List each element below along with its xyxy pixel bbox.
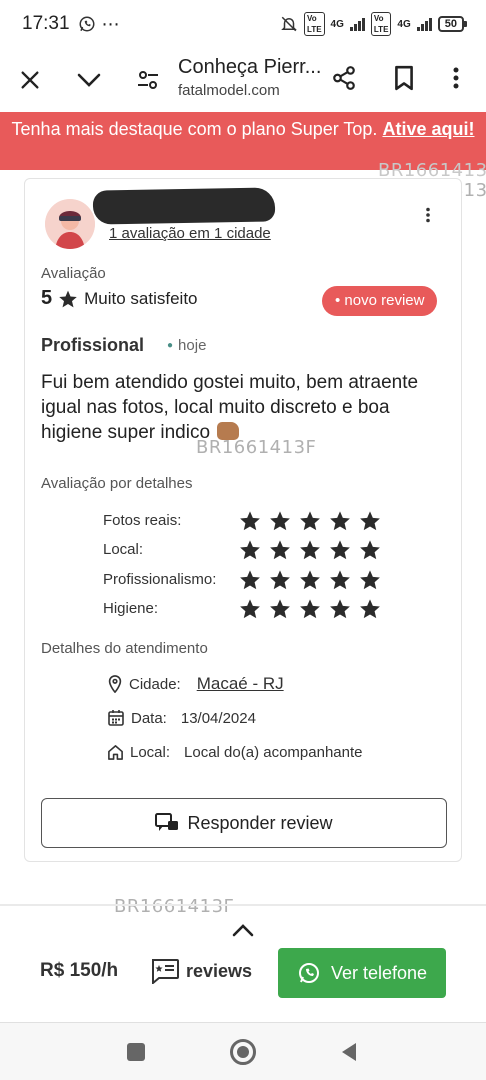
detail-label: Fotos reais: <box>103 512 182 529</box>
network-type-2: 4G <box>397 18 411 30</box>
star-icon <box>330 540 350 560</box>
home-icon <box>108 745 123 760</box>
status-time: 17:31 <box>22 13 70 34</box>
reviews-icon <box>152 959 179 984</box>
review-time-text: hoje <box>178 337 207 354</box>
price: R$ 150/h <box>40 960 119 981</box>
review-time: ● hoje <box>167 337 207 354</box>
close-icon[interactable] <box>8 58 52 102</box>
star-icon <box>300 570 320 590</box>
site-settings-icon[interactable] <box>126 58 170 102</box>
detail-stars <box>239 539 381 561</box>
rating-value: 5 <box>41 287 53 309</box>
star-icon <box>360 540 380 560</box>
place-label: Local: <box>130 744 171 761</box>
details-title: Avaliação por detalhes <box>41 475 193 492</box>
status-bar: 17:31 ⋯ Vo LTE 4G Vo LTE 4G 50 <box>0 0 486 48</box>
star-icon <box>240 540 260 560</box>
browser-toolbar: Conheça Pierr... fatalmodel.com <box>0 48 486 112</box>
avatar <box>45 199 95 249</box>
detail-stars <box>239 598 381 620</box>
signal-icon <box>349 17 365 31</box>
star-icon <box>360 599 380 619</box>
star-icon <box>300 540 320 560</box>
volte-badge-2: Vo LTE <box>370 12 392 36</box>
battery-icon: 50 <box>437 16 468 32</box>
star-icon <box>270 570 290 590</box>
mute-icon <box>281 16 297 32</box>
star-icon <box>240 570 260 590</box>
more-notifications-icon: ⋯ <box>101 13 121 34</box>
more-vert-icon[interactable] <box>434 56 478 100</box>
more-vert-icon[interactable] <box>425 207 431 228</box>
detail-label: Higiene: <box>103 600 159 617</box>
reviewer-reviews-link[interactable]: 1 avaliação em 1 cidade <box>109 225 271 242</box>
review-card: 1 avaliação em 1 cidade Avaliação 5 Muit… <box>24 178 462 862</box>
reply-chat-icon <box>155 813 179 831</box>
star-icon <box>240 511 260 531</box>
detail-label: Local: <box>103 541 144 558</box>
star-icon <box>360 511 380 531</box>
bottom-divider <box>0 904 486 906</box>
place-row: Local: Local do(a) acompanhante <box>107 744 363 761</box>
review-category: Profissional <box>41 335 145 355</box>
date-value: 13/04/2024 <box>180 709 256 727</box>
detail-label: Profissionalismo: <box>103 571 217 588</box>
reviews-button[interactable]: reviews <box>150 958 252 984</box>
calendar-icon <box>108 710 124 726</box>
date-label: Data: <box>131 709 167 727</box>
volte-badge-1: Vo LTE <box>304 12 325 36</box>
reply-review-label: Responder review <box>187 812 333 833</box>
star-icon <box>270 599 290 619</box>
star-icon <box>330 599 350 619</box>
star-icon <box>240 599 260 619</box>
date-row: Data: 13/04/2024 <box>107 709 256 727</box>
star-icon <box>360 570 380 590</box>
star-icon <box>300 599 320 619</box>
view-phone-label: Ver telefone <box>330 962 428 983</box>
watermark: BR1661413F <box>196 437 317 458</box>
promo-text: Tenha mais destaque com o plano Super To… <box>11 119 378 139</box>
star-icon <box>270 511 290 531</box>
star-icon <box>330 570 350 590</box>
watermark: BR1661413F <box>114 896 235 917</box>
view-phone-button[interactable]: Ver telefone <box>278 948 446 998</box>
city-link[interactable]: Macaé - RJ <box>197 674 284 694</box>
place-value: Local do(a) acompanhante <box>184 744 363 761</box>
star-icon <box>300 511 320 531</box>
detail-stars <box>239 569 381 591</box>
location-pin-icon <box>108 675 122 693</box>
reviews-button-label: reviews <box>186 960 253 981</box>
reply-review-button[interactable]: Responder review <box>41 798 447 848</box>
home-button-icon[interactable] <box>230 1039 256 1065</box>
share-icon[interactable] <box>322 56 366 100</box>
star-icon <box>270 540 290 560</box>
city-label: Cidade: <box>129 675 181 693</box>
page-title: Conheça Pierr... <box>178 56 322 78</box>
star-icon <box>59 290 77 307</box>
promo-link[interactable]: Ative aqui! <box>382 119 474 139</box>
rating-label: Avaliação <box>41 265 106 282</box>
chevron-down-icon[interactable] <box>67 58 111 102</box>
review-text: Fui bem atendido gostei muito, bem atrae… <box>41 370 431 445</box>
page-url[interactable]: fatalmodel.com <box>178 82 280 99</box>
new-review-badge: • novo review <box>322 286 438 316</box>
signal-icon-2 <box>416 17 432 31</box>
recents-icon[interactable] <box>127 1043 145 1061</box>
whatsapp-notification-icon <box>79 16 95 32</box>
star-icon <box>330 511 350 531</box>
bookmark-icon[interactable] <box>382 56 426 100</box>
city-row: Cidade: Macaé - RJ <box>107 674 284 694</box>
rating-text: Muito satisfeito <box>84 288 198 308</box>
redacted-reviewer-name <box>92 187 276 225</box>
network-type-1: 4G <box>330 18 344 30</box>
overall-rating: 5 Muito satisfeito <box>41 287 198 310</box>
service-details-title: Detalhes do atendimento <box>41 640 208 657</box>
detail-stars <box>239 510 381 532</box>
system-nav-bar <box>0 1022 486 1080</box>
back-icon[interactable] <box>338 1041 360 1068</box>
chevron-up-icon[interactable] <box>231 922 255 943</box>
whatsapp-icon <box>298 963 319 983</box>
